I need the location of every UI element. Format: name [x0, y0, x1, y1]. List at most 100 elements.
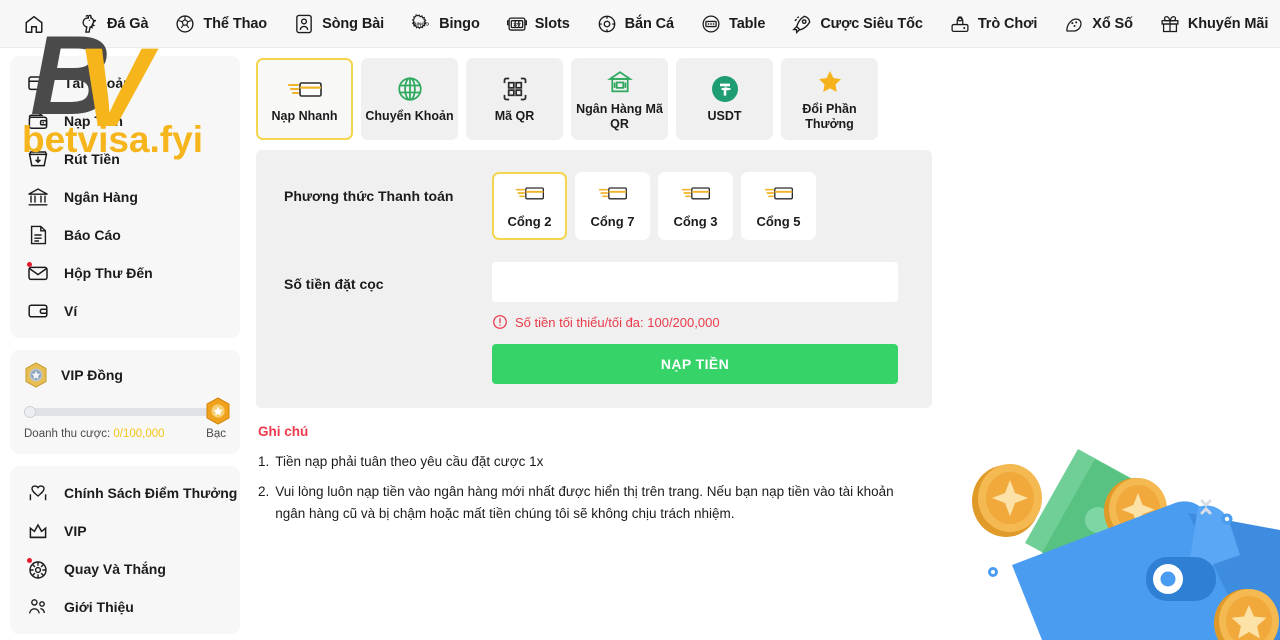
sidebar: Tài Khoản Nạp Tiền Rút Ti: [0, 48, 250, 640]
sidebar-item-tai-khoan[interactable]: Tài Khoản: [10, 64, 240, 102]
sidebar-label-gioi-thieu: Giới Thiệu: [64, 599, 134, 615]
gateway-label-cong-5: Cổng 5: [756, 214, 800, 229]
tab-chuyen-khoan[interactable]: Chuyển Khoản: [361, 58, 458, 140]
nav-item-song-bai[interactable]: Sòng Bài: [280, 0, 397, 48]
sidebar-label-tai-khoan: Tài Khoản: [64, 75, 132, 91]
coin-icon: [1104, 478, 1167, 544]
tab-ngan-hang-ma-qr[interactable]: Ngân Hàng Mã QR: [571, 58, 668, 140]
note-item: 1. Tiền nạp phải tuân theo yêu cầu đặt c…: [258, 451, 936, 473]
gateway-cong-3[interactable]: Cổng 3: [658, 172, 733, 240]
report-icon: [26, 223, 50, 247]
nav-item-ban-ca[interactable]: Bắn Cá: [583, 0, 687, 48]
notes-section: Ghi chú 1. Tiền nạp phải tuân theo yêu c…: [256, 424, 936, 525]
coin-icon: [1214, 589, 1279, 640]
spin-wheel-icon: [26, 557, 50, 581]
lottery-icon: [1063, 13, 1085, 35]
note-number: 2.: [258, 481, 269, 525]
sidebar-label-quay-va-thang: Quay Và Thắng: [64, 561, 166, 577]
gateway-cong-2[interactable]: Cổng 2: [492, 172, 567, 240]
wallet-body: [1012, 501, 1280, 640]
amount-error-text: Số tiền tối thiểu/tối đa: 100/200,000: [515, 315, 720, 330]
sidebar-item-rut-tien[interactable]: Rút Tiền: [10, 140, 240, 178]
notes-title: Ghi chú: [258, 424, 936, 439]
sidebar-item-vip[interactable]: VIP: [10, 512, 240, 550]
payment-card-icon: [515, 183, 545, 208]
amount-field-column: Số tiền tối thiểu/tối đa: 100/200,000 NẠ…: [492, 262, 908, 384]
nav-item-cuoc-sieu-toc[interactable]: Cược Siêu Tốc: [778, 0, 936, 48]
sidebar-item-nap-tien[interactable]: Nạp Tiền: [10, 102, 240, 140]
vip-header: VIP Đồng: [24, 362, 226, 388]
deposit-method-tabs: Nạp Nhanh Chuyển Khoản: [256, 58, 1280, 140]
nav-item-khuyen-mai[interactable]: Khuyến Mãi: [1146, 0, 1280, 48]
tab-label-ma-qr: Mã QR: [495, 109, 535, 124]
spin-notification-badge: [27, 558, 32, 563]
nav-item-tro-choi[interactable]: Trò Chơi: [936, 0, 1050, 48]
nav-item-the-thao[interactable]: Thể Thao: [161, 0, 280, 48]
sidebar-label-vip: VIP: [64, 523, 87, 539]
svg-text:777: 777: [513, 21, 521, 26]
sparkle-decor: [988, 501, 1233, 577]
note-text: Tiền nạp phải tuân theo yêu cầu đặt cược…: [275, 451, 543, 473]
rooster-icon: [78, 13, 100, 35]
amount-row: Số tiền đặt cọc Số tiền tối thiểu/tối đa…: [284, 262, 908, 384]
sidebar-item-ngan-hang[interactable]: Ngân Hàng: [10, 178, 240, 216]
tab-ma-qr[interactable]: Mã QR: [466, 58, 563, 140]
nav-item-table[interactable]: Table: [687, 0, 778, 48]
nav-item-da-ga[interactable]: Đá Gà: [65, 0, 161, 48]
vip-progress-bar[interactable]: [24, 406, 226, 418]
sidebar-item-quay-va-thang[interactable]: Quay Và Thắng: [10, 550, 240, 588]
gateway-cong-5[interactable]: Cổng 5: [741, 172, 816, 240]
tab-label-ngan-hang-ma-qr: Ngân Hàng Mã QR: [573, 102, 666, 132]
nav-item-bingo[interactable]: BINGO Bingo: [397, 0, 493, 48]
vip-revenue-label: Doanh thu cược:: [24, 428, 110, 440]
tab-nap-nhanh[interactable]: Nạp Nhanh: [256, 58, 353, 140]
tab-doi-phan-thuong[interactable]: Đổi Phần Thưởng: [781, 58, 878, 140]
sidebar-item-gioi-thieu[interactable]: Giới Thiệu: [10, 588, 240, 626]
vip-progress-card: VIP Đồng Doanh thu cược: 0/100,000 Bạc: [10, 350, 240, 454]
amount-input[interactable]: [492, 262, 898, 302]
sidebar-item-bao-cao[interactable]: Báo Cáo: [10, 216, 240, 254]
payment-card-icon: [764, 183, 794, 208]
top-navigation-bar: Đá Gà Thể Thao Sòng Bài BINGO: [0, 0, 1280, 48]
sidebar-label-bao-cao: Báo Cáo: [64, 227, 121, 243]
sidebar-item-vi[interactable]: Ví: [10, 292, 240, 330]
sidebar-label-vi: Ví: [64, 303, 77, 319]
sidebar-label-nap-tien: Nạp Tiền: [64, 113, 123, 129]
note-item: 2. Vui lòng luôn nạp tiền vào ngân hàng …: [258, 481, 936, 525]
vip-next-tier-label: Bạc: [206, 428, 226, 440]
gateway-cong-7[interactable]: Cổng 7: [575, 172, 650, 240]
gateway-label-cong-7: Cổng 7: [590, 214, 634, 229]
vip-revenue-row: Doanh thu cược: 0/100,000: [24, 428, 165, 440]
nav-label-khuyen-mai: Khuyến Mãi: [1188, 16, 1268, 32]
home-icon: [23, 13, 45, 35]
referral-people-icon: [26, 595, 50, 619]
globe-icon: [396, 74, 424, 104]
deposit-form-panel: Phương thức Thanh toán Cổng 2: [256, 150, 932, 408]
nav-label-tro-choi: Trò Chơi: [978, 16, 1037, 32]
vip-revenue-value: 0/100,000: [113, 428, 164, 440]
nav-item-xo-so[interactable]: Xổ Số: [1050, 0, 1146, 48]
bank-icon: [26, 185, 50, 209]
deposit-submit-button[interactable]: NẠP TIỀN: [492, 344, 898, 384]
vip-footer: Doanh thu cược: 0/100,000 Bạc: [24, 428, 226, 440]
sidebar-item-hop-thu-den[interactable]: Hộp Thư Đến: [10, 254, 240, 292]
nav-label-xo-so: Xổ Số: [1092, 16, 1133, 32]
sidebar-item-chinh-sach-diem-thuong[interactable]: Chính Sách Điểm Thưởng: [10, 474, 240, 512]
payment-card-icon: [681, 183, 711, 208]
vip-title: VIP Đồng: [61, 367, 123, 383]
payment-method-label: Phương thức Thanh toán: [284, 172, 492, 204]
vip-next-tier-badge-icon: [205, 397, 231, 425]
rewards-policy-icon: [26, 481, 50, 505]
gateway-options: Cổng 2 Cổng 7: [492, 172, 816, 240]
nav-item-slots[interactable]: 777 Slots: [493, 0, 583, 48]
nav-item-home[interactable]: [10, 0, 65, 48]
vip-progress-start-knob: [24, 406, 36, 418]
nav-label-bingo: Bingo: [439, 16, 480, 32]
nav-label-da-ga: Đá Gà: [107, 16, 148, 32]
banknote-group: [1025, 449, 1155, 587]
wallet-illustration: [950, 425, 1280, 640]
withdraw-icon: [26, 147, 50, 171]
gateway-label-cong-3: Cổng 3: [673, 214, 717, 229]
coin-icon: [972, 464, 1042, 537]
tab-usdt[interactable]: USDT: [676, 58, 773, 140]
